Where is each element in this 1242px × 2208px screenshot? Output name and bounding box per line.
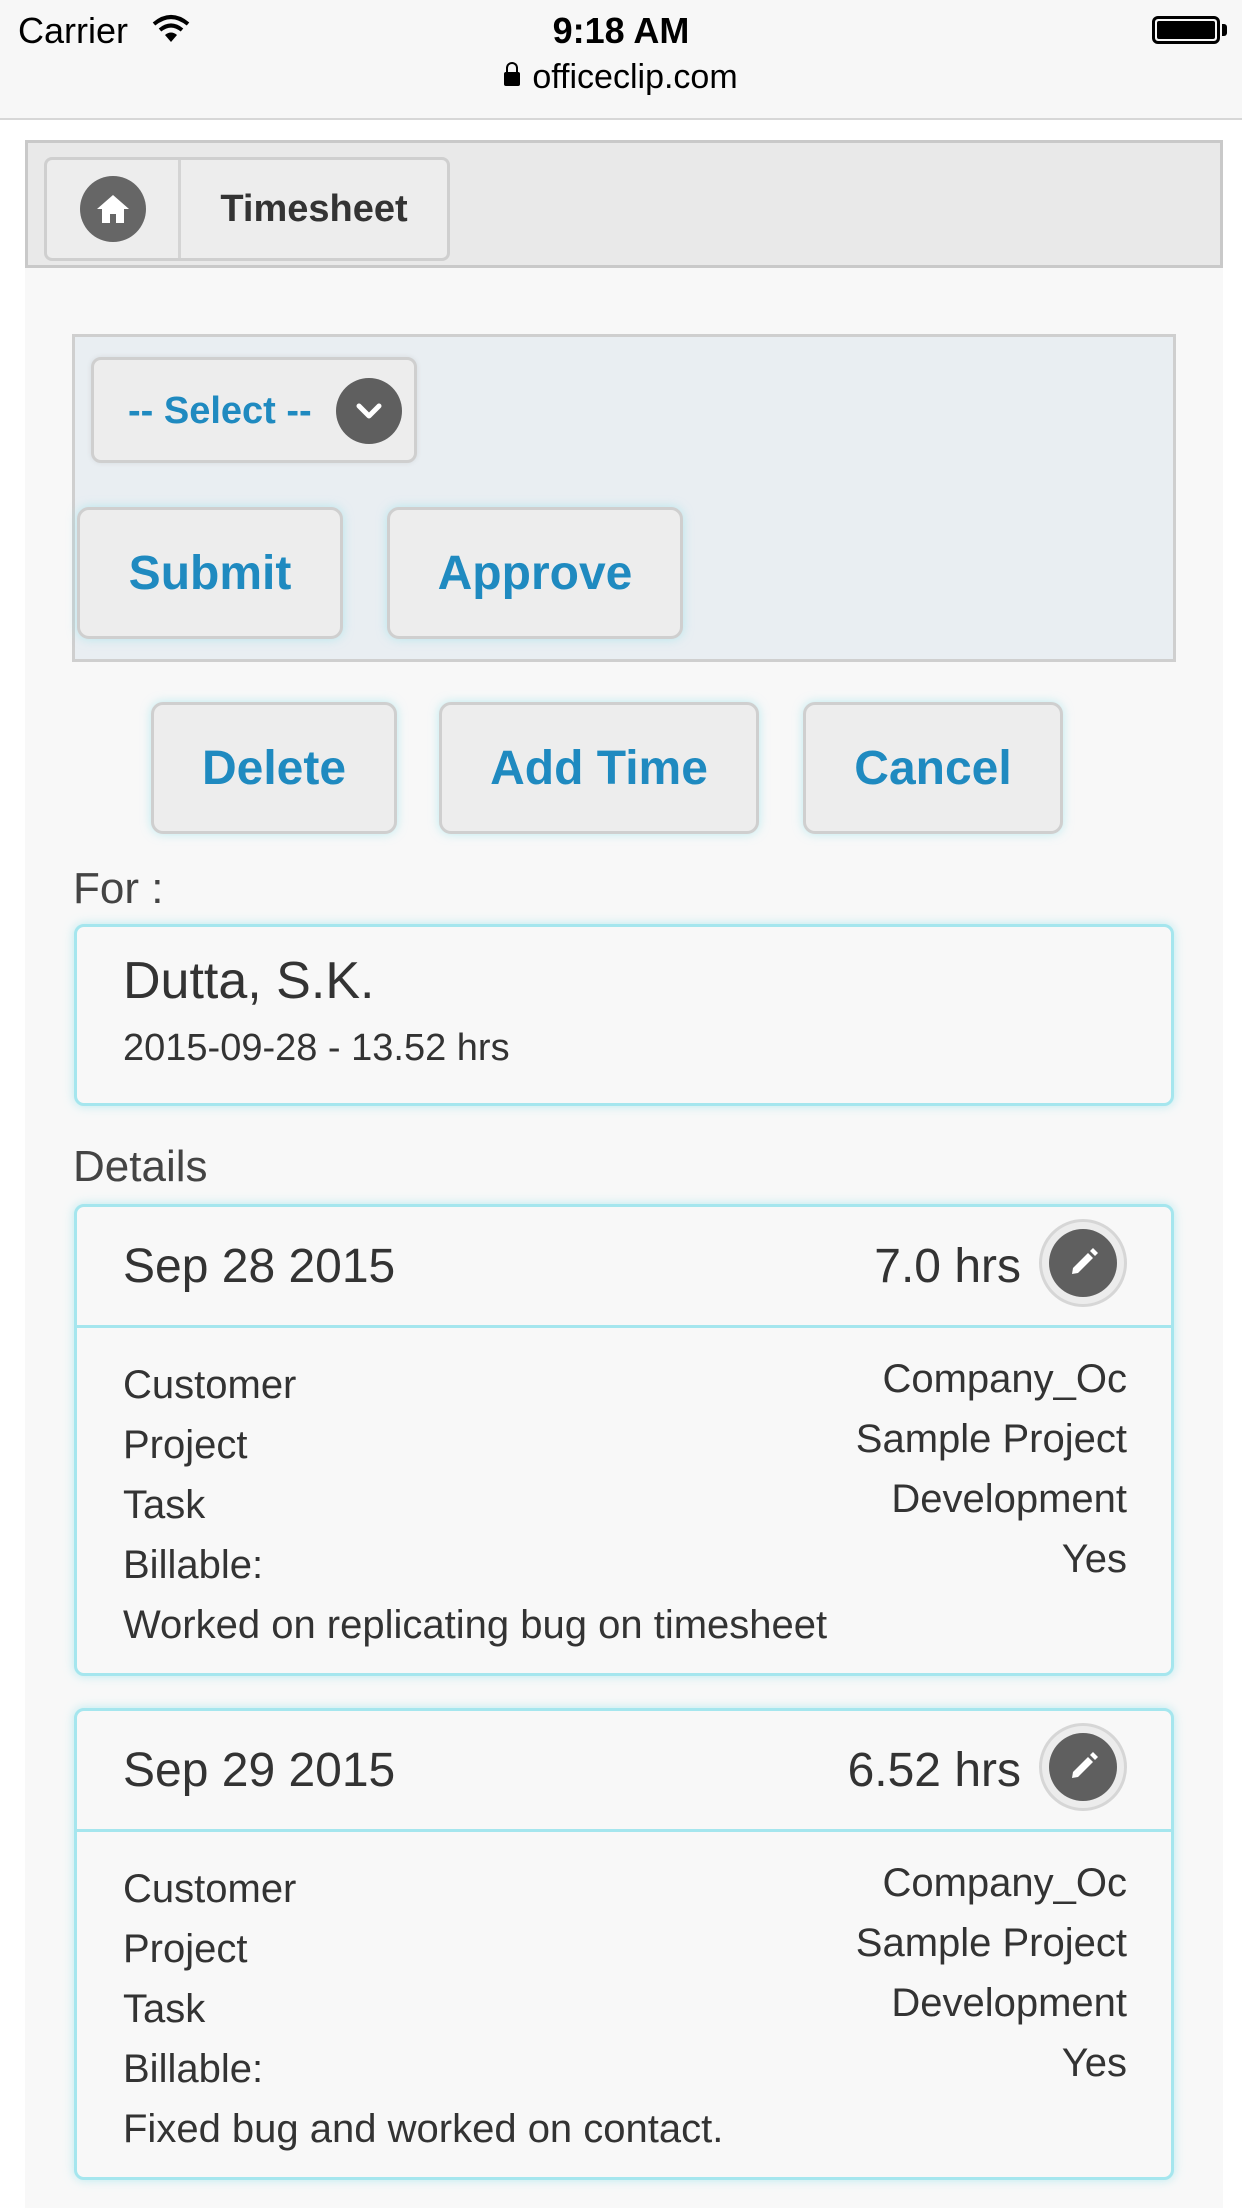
customer-label: Customer xyxy=(123,1867,297,1911)
lock-icon xyxy=(504,62,521,86)
approve-button[interactable]: Approve xyxy=(387,507,683,639)
cancel-button[interactable]: Cancel xyxy=(803,702,1063,834)
task-label: Task xyxy=(123,1987,206,2031)
delete-button[interactable]: Delete xyxy=(151,702,397,834)
billable-value: Yes xyxy=(1061,2041,1127,2085)
billable-row: Billable: Yes xyxy=(123,1537,1127,1603)
detail-card-header: Sep 28 2015 7.0 hrs xyxy=(77,1207,1171,1328)
customer-label: Customer xyxy=(123,1363,297,1407)
chevron-down-icon xyxy=(336,378,402,444)
customer-value: Company_Oc xyxy=(882,1357,1127,1401)
billable-row: Billable: Yes xyxy=(123,2041,1127,2107)
employee-name: Dutta, S.K. xyxy=(123,952,375,1010)
url-text: officeclip.com xyxy=(532,58,738,96)
entry-note: Fixed bug and worked on contact. xyxy=(123,2107,724,2151)
detail-card-header: Sep 29 2015 6.52 hrs xyxy=(77,1711,1171,1832)
project-row: Project Sample Project xyxy=(123,1921,1127,1987)
battery-icon xyxy=(1152,16,1220,44)
action-panel: -- Select -- Submit Approve xyxy=(72,334,1176,662)
employee-card[interactable]: Dutta, S.K. 2015-09-28 - 13.52 hrs xyxy=(74,924,1174,1106)
status-bar: Carrier 9:18 AM officeclip.com xyxy=(0,0,1242,120)
entry-date: Sep 28 2015 xyxy=(123,1240,396,1293)
customer-value: Company_Oc xyxy=(882,1861,1127,1905)
action-select[interactable]: -- Select -- xyxy=(91,357,417,463)
project-value: Sample Project xyxy=(855,1921,1127,1965)
page: Timesheet -- Select -- Submit Approve De… xyxy=(25,140,1223,2208)
detail-card: Sep 28 2015 7.0 hrs Customer Company_Oc … xyxy=(74,1204,1174,1676)
edit-entry-button[interactable] xyxy=(1039,1723,1127,1811)
billable-label: Billable: xyxy=(123,1543,264,1587)
clock: 9:18 AM xyxy=(552,10,690,51)
task-row: Task Development xyxy=(123,1477,1127,1543)
home-button[interactable] xyxy=(47,160,181,258)
battery-tip xyxy=(1222,24,1227,36)
project-label: Project xyxy=(123,1423,248,1467)
task-value: Development xyxy=(891,1981,1127,2025)
entry-hours: 6.52 hrs xyxy=(847,1744,1021,1797)
entry-date: Sep 29 2015 xyxy=(123,1744,396,1797)
breadcrumb-timesheet[interactable]: Timesheet xyxy=(181,160,447,258)
select-label: -- Select -- xyxy=(128,390,312,432)
submit-button[interactable]: Submit xyxy=(77,507,343,639)
pencil-icon xyxy=(1049,1229,1117,1297)
detail-card: Sep 29 2015 6.52 hrs Customer Company_Oc… xyxy=(74,1708,1174,2180)
entry-note: Worked on replicating bug on timesheet xyxy=(123,1603,828,1647)
project-value: Sample Project xyxy=(855,1417,1127,1461)
address-bar[interactable]: officeclip.com xyxy=(0,58,1242,97)
home-icon xyxy=(79,176,146,242)
project-label: Project xyxy=(123,1927,248,1971)
billable-label: Billable: xyxy=(123,2047,264,2091)
details-label: Details xyxy=(73,1142,208,1191)
task-row: Task Development xyxy=(123,1981,1127,2047)
entry-hours: 7.0 hrs xyxy=(874,1240,1021,1293)
task-value: Development xyxy=(891,1477,1127,1521)
project-row: Project Sample Project xyxy=(123,1417,1127,1483)
edit-entry-button[interactable] xyxy=(1039,1219,1127,1307)
task-label: Task xyxy=(123,1483,206,1527)
header-bar: Timesheet xyxy=(25,140,1223,268)
add-time-button[interactable]: Add Time xyxy=(439,702,759,834)
pencil-icon xyxy=(1049,1733,1117,1801)
timesheet-summary: 2015-09-28 - 13.52 hrs xyxy=(123,1027,510,1069)
customer-row: Customer Company_Oc xyxy=(123,1861,1127,1927)
for-label: For : xyxy=(73,864,164,913)
billable-value: Yes xyxy=(1061,1537,1127,1581)
breadcrumb: Timesheet xyxy=(44,157,450,261)
customer-row: Customer Company_Oc xyxy=(123,1357,1127,1423)
